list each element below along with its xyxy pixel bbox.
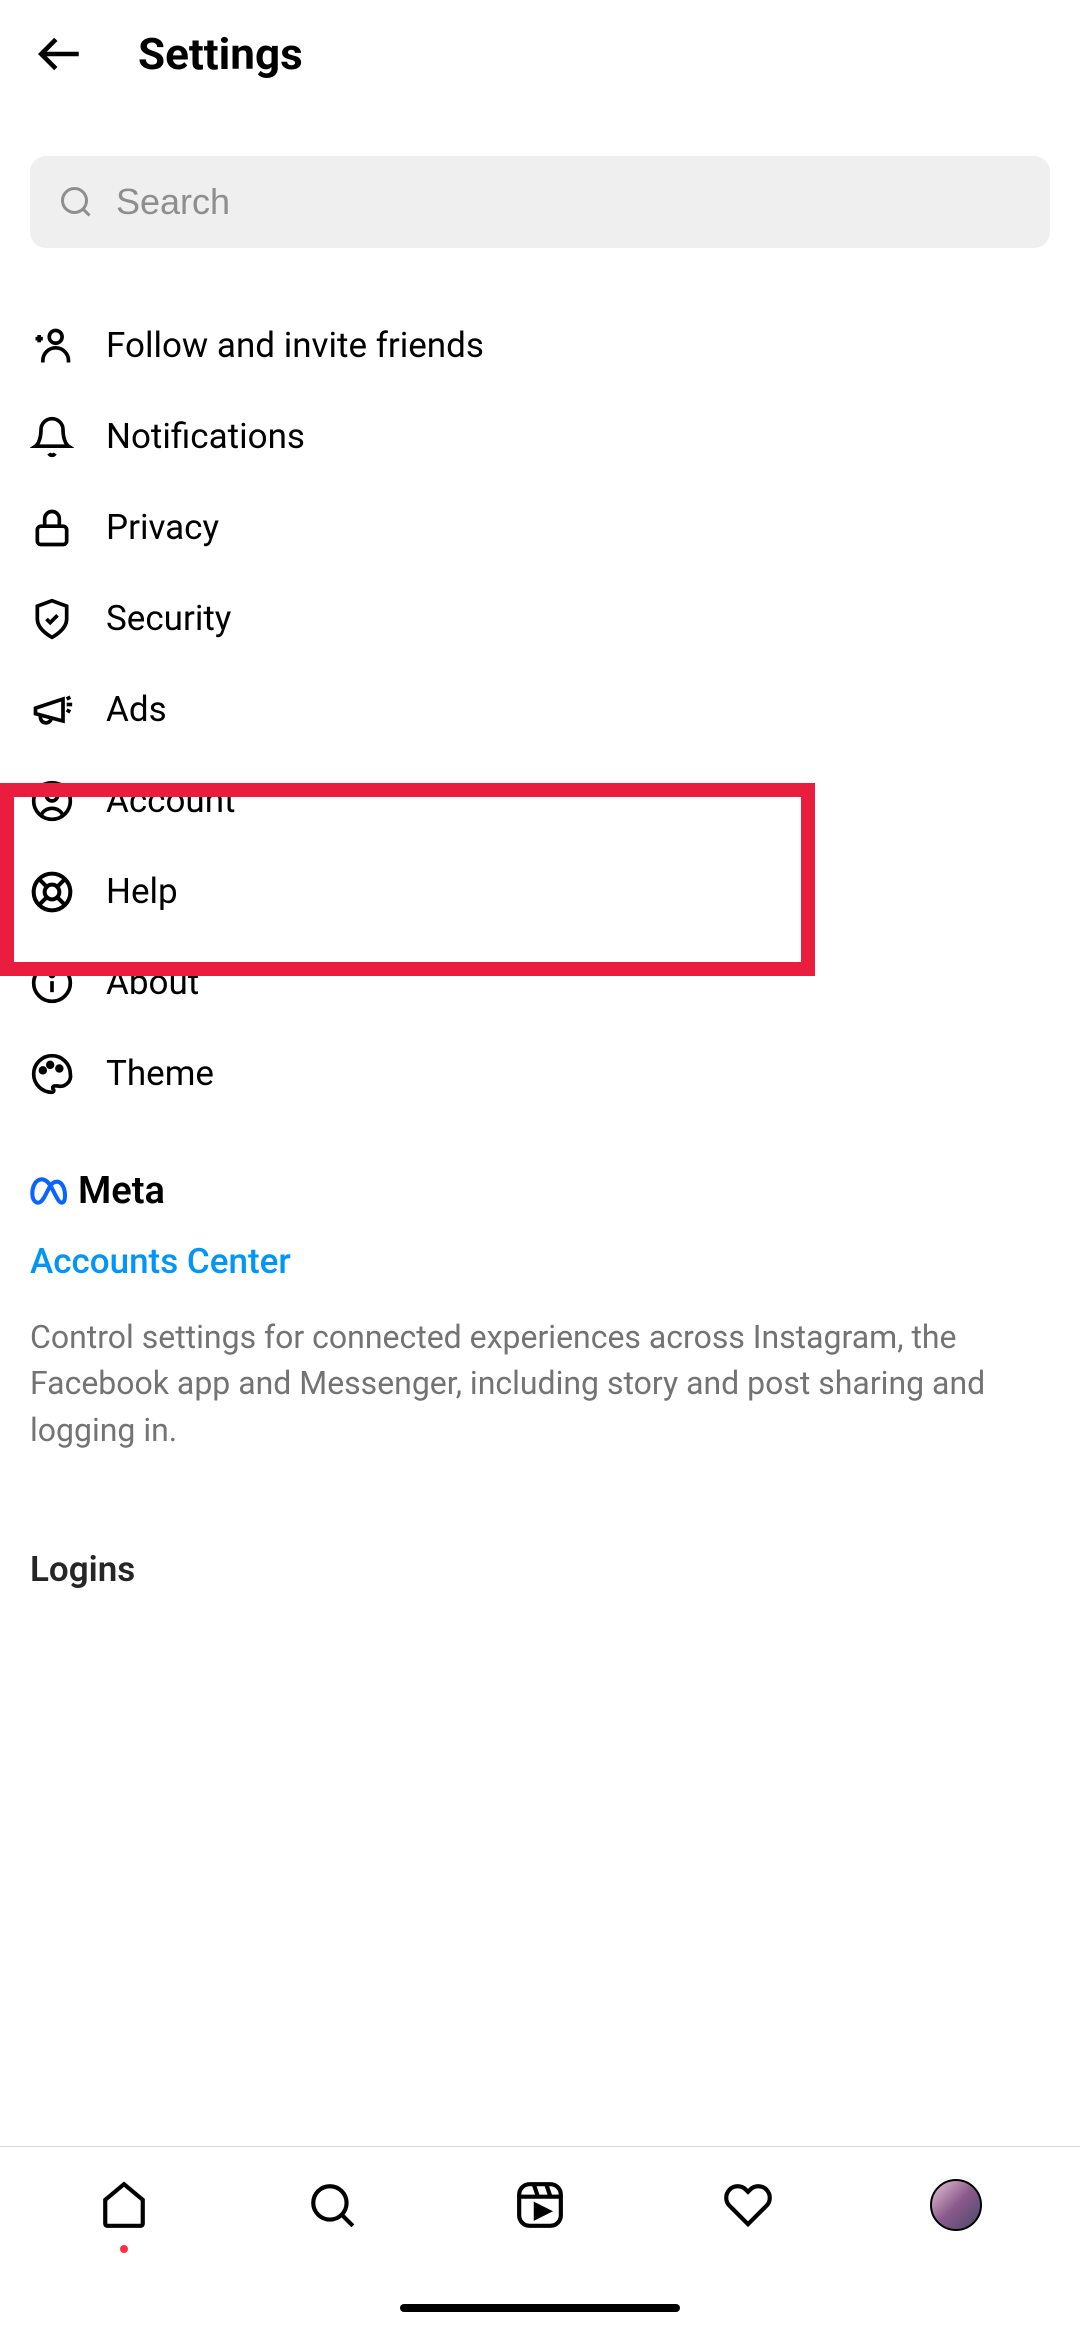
menu-item-theme[interactable]: Theme — [0, 1028, 1080, 1119]
notification-dot-icon — [120, 2245, 128, 2253]
menu-item-label: Notifications — [106, 416, 305, 457]
menu-item-label: Security — [106, 598, 231, 639]
menu-item-ads[interactable]: Ads — [0, 664, 1080, 755]
lock-icon — [30, 506, 74, 550]
reels-icon — [515, 2180, 565, 2230]
meta-logo-icon — [30, 1176, 72, 1206]
logins-section-heading: Logins — [0, 1481, 1080, 1590]
nav-search[interactable] — [302, 2175, 362, 2235]
meta-brand-text: Meta — [78, 1169, 165, 1213]
home-icon — [99, 2180, 149, 2230]
lifebuoy-icon — [30, 870, 74, 914]
menu-item-security[interactable]: Security — [0, 573, 1080, 664]
menu-item-label: Theme — [106, 1053, 214, 1094]
user-circle-icon — [30, 779, 74, 823]
page-title: Settings — [138, 28, 303, 80]
megaphone-icon — [30, 688, 74, 732]
profile-avatar — [930, 2179, 982, 2231]
settings-menu-list: Follow and invite friends Notifications … — [0, 272, 1080, 1119]
info-icon — [30, 961, 74, 1005]
menu-item-label: About — [106, 962, 199, 1003]
bottom-navigation — [0, 2146, 1080, 2326]
menu-item-label: Help — [106, 871, 178, 912]
meta-brand: Meta — [30, 1169, 1050, 1213]
nav-home[interactable] — [94, 2175, 154, 2235]
menu-item-follow-invite[interactable]: Follow and invite friends — [0, 300, 1080, 391]
accounts-center-link[interactable]: Accounts Center — [30, 1241, 1050, 1282]
search-bar[interactable] — [30, 156, 1050, 248]
bell-icon — [30, 415, 74, 459]
menu-item-label: Ads — [106, 689, 167, 730]
menu-item-label: Privacy — [106, 507, 219, 548]
accounts-center-description: Control settings for connected experienc… — [30, 1314, 1050, 1453]
menu-item-label: Account — [106, 780, 236, 821]
shield-check-icon — [30, 597, 74, 641]
arrow-left-icon — [35, 29, 85, 79]
nav-activity[interactable] — [718, 2175, 778, 2235]
search-input[interactable] — [116, 181, 1022, 223]
menu-item-account[interactable]: Account — [0, 755, 1080, 846]
meta-section: Meta Accounts Center Control settings fo… — [0, 1119, 1080, 1481]
nav-profile[interactable] — [926, 2175, 986, 2235]
menu-item-privacy[interactable]: Privacy — [0, 482, 1080, 573]
nav-reels[interactable] — [510, 2175, 570, 2235]
home-indicator — [400, 2304, 680, 2312]
menu-item-notifications[interactable]: Notifications — [0, 391, 1080, 482]
person-plus-icon — [30, 324, 74, 368]
menu-item-about[interactable]: About — [0, 937, 1080, 1028]
back-button[interactable] — [30, 24, 90, 84]
search-icon — [307, 2180, 357, 2230]
menu-item-help[interactable]: Help — [0, 846, 1080, 937]
heart-icon — [723, 2180, 773, 2230]
palette-icon — [30, 1052, 74, 1096]
search-icon — [58, 184, 94, 220]
menu-item-label: Follow and invite friends — [106, 325, 484, 366]
